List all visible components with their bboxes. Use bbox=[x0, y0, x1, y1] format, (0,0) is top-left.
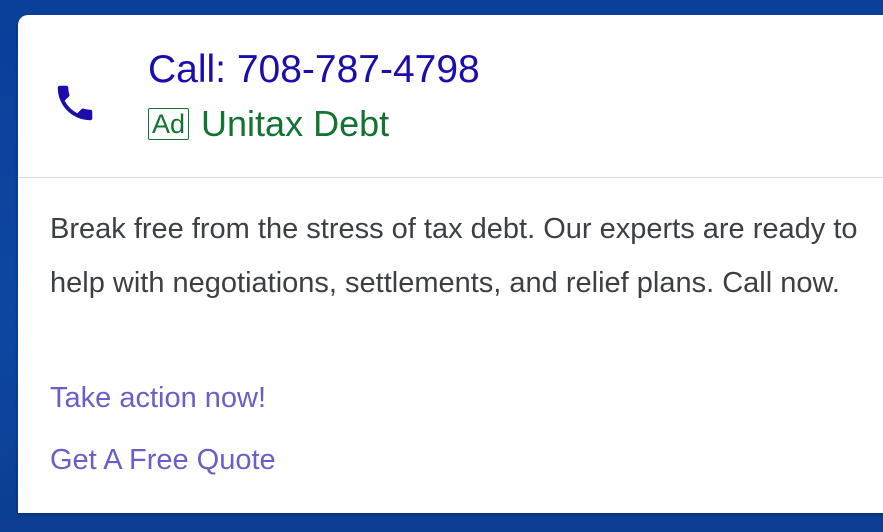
ad-badge: Ad bbox=[148, 108, 190, 140]
sitelink-free-quote[interactable]: Get A Free Quote bbox=[50, 440, 276, 480]
call-phone-link[interactable]: Call: 708-787-4798 bbox=[148, 48, 480, 92]
ad-label-row: Ad Unitax Debt bbox=[148, 104, 389, 144]
phone-icon[interactable] bbox=[52, 80, 98, 126]
ad-card: Call: 708-787-4798 Ad Unitax Debt Break … bbox=[18, 15, 883, 513]
advertiser-name[interactable]: Unitax Debt bbox=[201, 104, 389, 144]
page-background: Call: 708-787-4798 Ad Unitax Debt Break … bbox=[0, 0, 883, 532]
sitelink-take-action[interactable]: Take action now! bbox=[50, 378, 266, 418]
ad-header: Call: 708-787-4798 Ad Unitax Debt bbox=[18, 15, 883, 178]
ad-description: Break free from the stress of tax debt. … bbox=[50, 213, 858, 299]
